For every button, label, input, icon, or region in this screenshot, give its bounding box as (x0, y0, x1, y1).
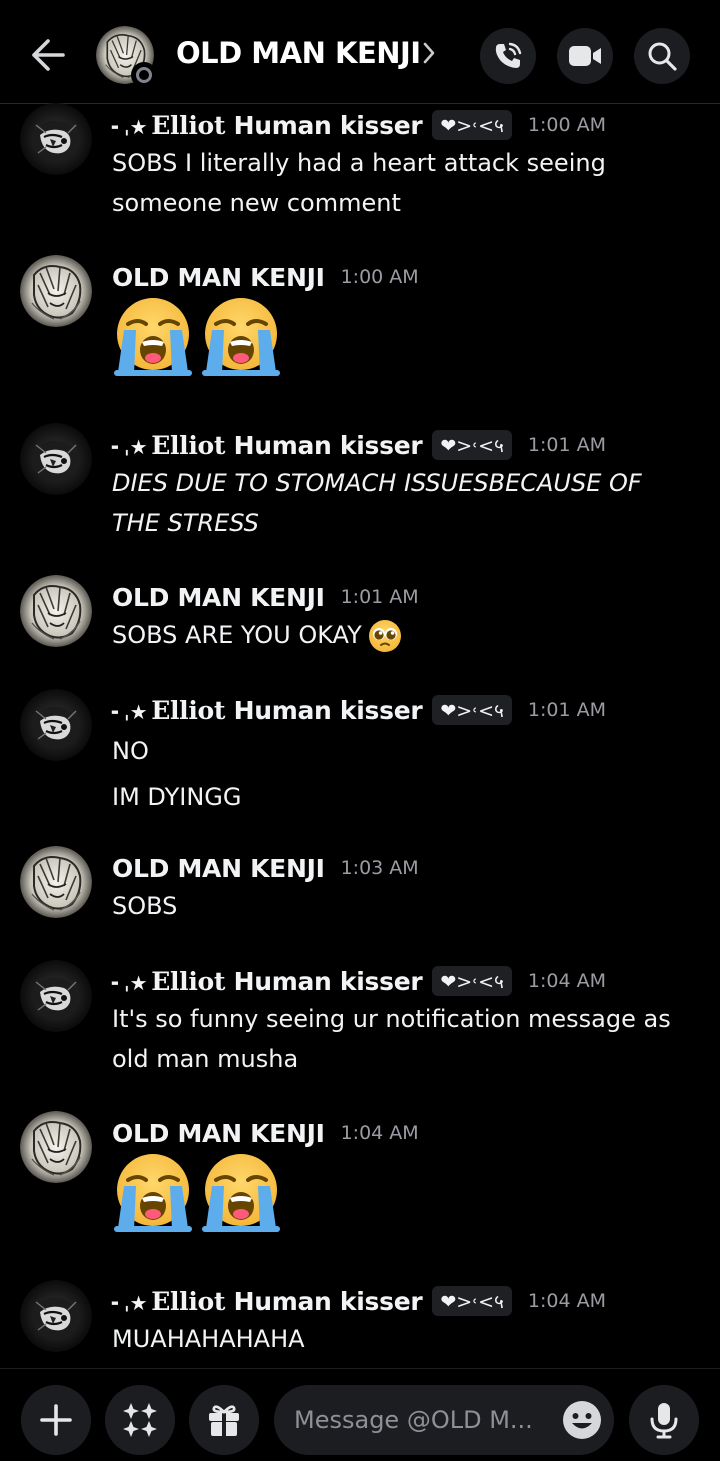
message-header: ╸ˌ★ Elliot Human kisser ❤>˓<५ 1:01 AM (112, 692, 606, 728)
message-header: ╸ˌ★ Elliot Human kisser ❤>˓<५ 1:04 AM (112, 963, 606, 999)
chevron-right-icon[interactable] (422, 40, 436, 66)
message-content: SOBS ARE YOU OKAY (112, 615, 702, 655)
username[interactable]: OLD MAN KENJI (112, 583, 325, 612)
timestamp: 1:00 AM (527, 114, 606, 136)
page-title[interactable]: OLD MAN KENJI (176, 36, 421, 70)
voice-call-button[interactable] (480, 28, 536, 84)
timestamp: 1:01 AM (527, 699, 606, 721)
jumbo-emoji[interactable] (110, 1150, 284, 1236)
timestamp: 1:04 AM (527, 970, 606, 992)
timestamp: 1:00 AM (340, 266, 419, 288)
message-header: ╸ˌ★ Elliot Human kisser ❤>˓<५ 1:04 AM (112, 1283, 606, 1319)
avatar[interactable] (20, 423, 92, 495)
voice-message-button[interactable] (629, 1385, 699, 1455)
add-attachment-button[interactable] (21, 1385, 91, 1455)
message-header: ╸ˌ★ Elliot Human kisser ❤>˓<५ 1:00 AM (112, 107, 606, 143)
gift-button[interactable] (189, 1385, 259, 1455)
back-button[interactable] (22, 30, 74, 80)
loudly-crying-face-icon (198, 294, 284, 380)
apps-button[interactable] (105, 1385, 175, 1455)
avatar[interactable] (20, 846, 92, 918)
avatar[interactable] (20, 575, 92, 647)
pleading-face-icon (368, 620, 401, 652)
message-content: MUAHAHAHAHA (112, 1325, 305, 1353)
search-icon (648, 42, 677, 71)
message-composer (0, 1368, 720, 1461)
avatar[interactable] (20, 1111, 92, 1183)
avatar[interactable] (20, 103, 92, 175)
timestamp: 1:04 AM (340, 1122, 419, 1144)
arrow-left-icon (32, 39, 65, 71)
avatar[interactable] (20, 960, 92, 1032)
username[interactable]: OLD MAN KENJI (112, 854, 325, 883)
username[interactable]: ╸ˌ★ Elliot Human kisser (112, 1287, 423, 1316)
username[interactable]: ╸ˌ★ Elliot Human kisser (112, 696, 423, 725)
username[interactable]: OLD MAN KENJI (112, 1119, 325, 1148)
jumbo-emoji[interactable] (110, 294, 284, 380)
avatar[interactable] (20, 1280, 92, 1352)
message-content: DIES DUE TO STOMACH ISSUESBECAUSE OF THE… (112, 469, 642, 537)
timestamp: 1:01 AM (527, 434, 606, 456)
clan-tag[interactable]: ❤>˓<५ (432, 110, 512, 140)
clan-tag[interactable]: ❤>˓<५ (432, 430, 512, 460)
apps-icon (123, 1403, 157, 1437)
loudly-crying-face-icon (198, 1150, 284, 1236)
video-icon (569, 46, 601, 66)
message-header: OLD MAN KENJI 1:01 AM (112, 579, 419, 615)
message-header: ╸ˌ★ Elliot Human kisser ❤>˓<५ 1:01 AM (112, 427, 606, 463)
search-button[interactable] (634, 28, 690, 84)
plus-icon (40, 1404, 72, 1436)
username[interactable]: ╸ˌ★ Elliot Human kisser (112, 431, 423, 460)
message-header: OLD MAN KENJI 1:04 AM (112, 1115, 419, 1151)
loudly-crying-face-icon (110, 1150, 196, 1236)
gift-icon (209, 1405, 239, 1436)
loudly-crying-face-icon (110, 294, 196, 380)
username[interactable]: ╸ˌ★ Elliot Human kisser (112, 111, 423, 140)
microphone-icon (650, 1403, 678, 1439)
message-content: SOBS (112, 892, 178, 920)
chat-header: OLD MAN KENJI (0, 0, 720, 104)
timestamp: 1:03 AM (340, 857, 419, 879)
message-input-container[interactable] (274, 1385, 614, 1455)
username[interactable]: ╸ˌ★ Elliot Human kisser (112, 967, 423, 996)
message-content: NO IM DYINGG (112, 737, 242, 811)
message-content: It's so funny seeing ur notification mes… (112, 1005, 671, 1073)
clan-tag[interactable]: ❤>˓<५ (432, 966, 512, 996)
username[interactable]: OLD MAN KENJI (112, 263, 325, 292)
message-header: OLD MAN KENJI 1:00 AM (112, 259, 419, 295)
clan-tag[interactable]: ❤>˓<५ (432, 1286, 512, 1316)
video-call-button[interactable] (557, 28, 613, 84)
message-content: SOBS I literally had a heart attack seei… (112, 149, 606, 217)
smile-icon[interactable] (562, 1400, 602, 1440)
clan-tag[interactable]: ❤>˓<५ (432, 695, 512, 725)
avatar[interactable] (20, 689, 92, 761)
timestamp: 1:01 AM (340, 586, 419, 608)
phone-icon (495, 42, 522, 68)
offline-status-icon (131, 62, 157, 88)
message-input[interactable] (294, 1385, 554, 1455)
avatar[interactable] (20, 255, 92, 327)
message-header: OLD MAN KENJI 1:03 AM (112, 850, 419, 886)
timestamp: 1:04 AM (527, 1290, 606, 1312)
